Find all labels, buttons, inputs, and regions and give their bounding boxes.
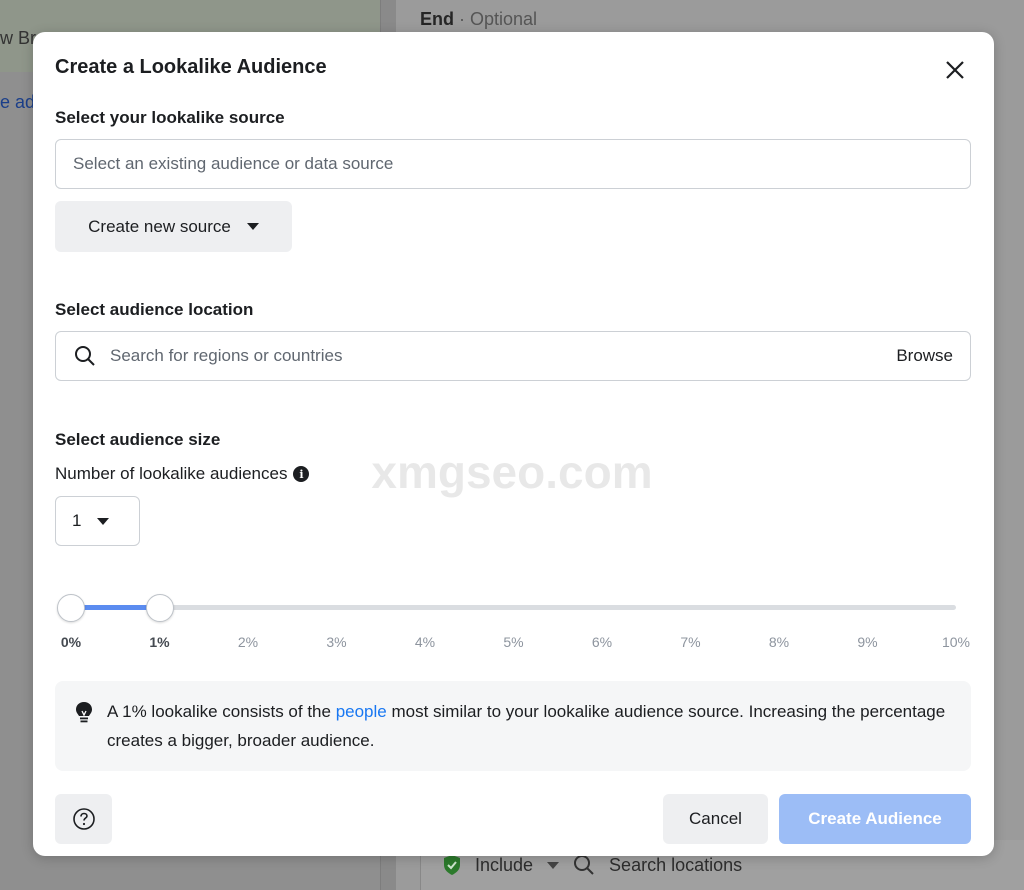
search-icon	[574, 855, 594, 875]
slider-tick-label: 6%	[591, 634, 613, 650]
audience-size-slider[interactable]: 0% 1% 2% 3% 4% 5% 6% 7% 8% 9% 10%	[33, 592, 994, 652]
lookalike-audience-dialog: Create a Lookalike Audience Select your …	[33, 32, 994, 856]
info-icon[interactable]: i	[293, 466, 310, 482]
audience-count-value: 1	[72, 511, 82, 530]
create-new-source-label: Create new source	[88, 216, 231, 236]
caret-down-icon	[246, 223, 259, 230]
slider-tick-label: 3%	[326, 634, 347, 650]
source-input[interactable]: Select an existing audience or data sour…	[55, 139, 971, 189]
count-label: Number of lookalike audiences	[55, 464, 288, 483]
location-placeholder: Search for regions or countries	[110, 346, 343, 365]
slider-tick-label: 8%	[768, 634, 790, 650]
cancel-label: Cancel	[689, 809, 742, 828]
location-label: Select audience location	[55, 300, 254, 319]
slider-tick-label: 10%	[941, 634, 971, 650]
slider-end-handle[interactable]	[145, 594, 174, 622]
tip-text-before: A 1% lookalike consists of the	[107, 702, 336, 721]
shield-check-icon	[444, 855, 460, 875]
background-text: w Br	[0, 28, 36, 48]
slider-tick-label: 4%	[414, 634, 436, 650]
close-icon[interactable]	[941, 56, 969, 84]
end-label: End	[420, 9, 454, 29]
slider-track[interactable]	[71, 605, 956, 610]
background-link: e ad	[0, 92, 36, 112]
include-label: Include	[475, 854, 534, 875]
caret-down-icon	[97, 517, 110, 525]
background-end-label: End · Optional	[420, 9, 537, 30]
audience-count-select[interactable]: 1	[55, 496, 140, 546]
source-placeholder: Select an existing audience or data sour…	[73, 154, 394, 173]
slider-tick-label: 7%	[680, 634, 701, 650]
cancel-button[interactable]: Cancel	[663, 794, 768, 844]
create-new-source-button[interactable]: Create new source	[55, 201, 292, 252]
search-icon	[75, 346, 95, 366]
slider-tick-label: 9%	[857, 634, 878, 650]
slider-tick-label: 1%	[149, 634, 170, 650]
people-link[interactable]: people	[336, 702, 387, 721]
tip-box: A 1% lookalike consists of the people mo…	[55, 681, 971, 771]
slider-start-handle[interactable]	[57, 594, 85, 622]
count-label-row: Number of lookalike audiences i	[55, 464, 310, 484]
help-button[interactable]	[55, 794, 112, 844]
size-label: Select audience size	[55, 430, 221, 449]
end-optional: · Optional	[459, 9, 538, 29]
question-circle-icon	[72, 808, 95, 830]
caret-down-icon	[547, 861, 560, 869]
browse-button[interactable]: Browse	[896, 346, 953, 366]
source-label: Select your lookalike source	[55, 108, 285, 127]
slider-tick-label: 0%	[60, 634, 82, 650]
create-audience-label: Create Audience	[808, 809, 942, 828]
create-audience-button[interactable]: Create Audience	[779, 794, 971, 844]
location-search-input[interactable]: Search for regions or countries Browse	[55, 331, 971, 381]
slider-tick-label: 2%	[237, 634, 259, 650]
slider-tick-label: 5%	[503, 634, 524, 650]
dialog-title: Create a Lookalike Audience	[55, 56, 327, 78]
lightbulb-icon	[76, 702, 92, 723]
search-locations-text: Search locations	[609, 854, 743, 875]
